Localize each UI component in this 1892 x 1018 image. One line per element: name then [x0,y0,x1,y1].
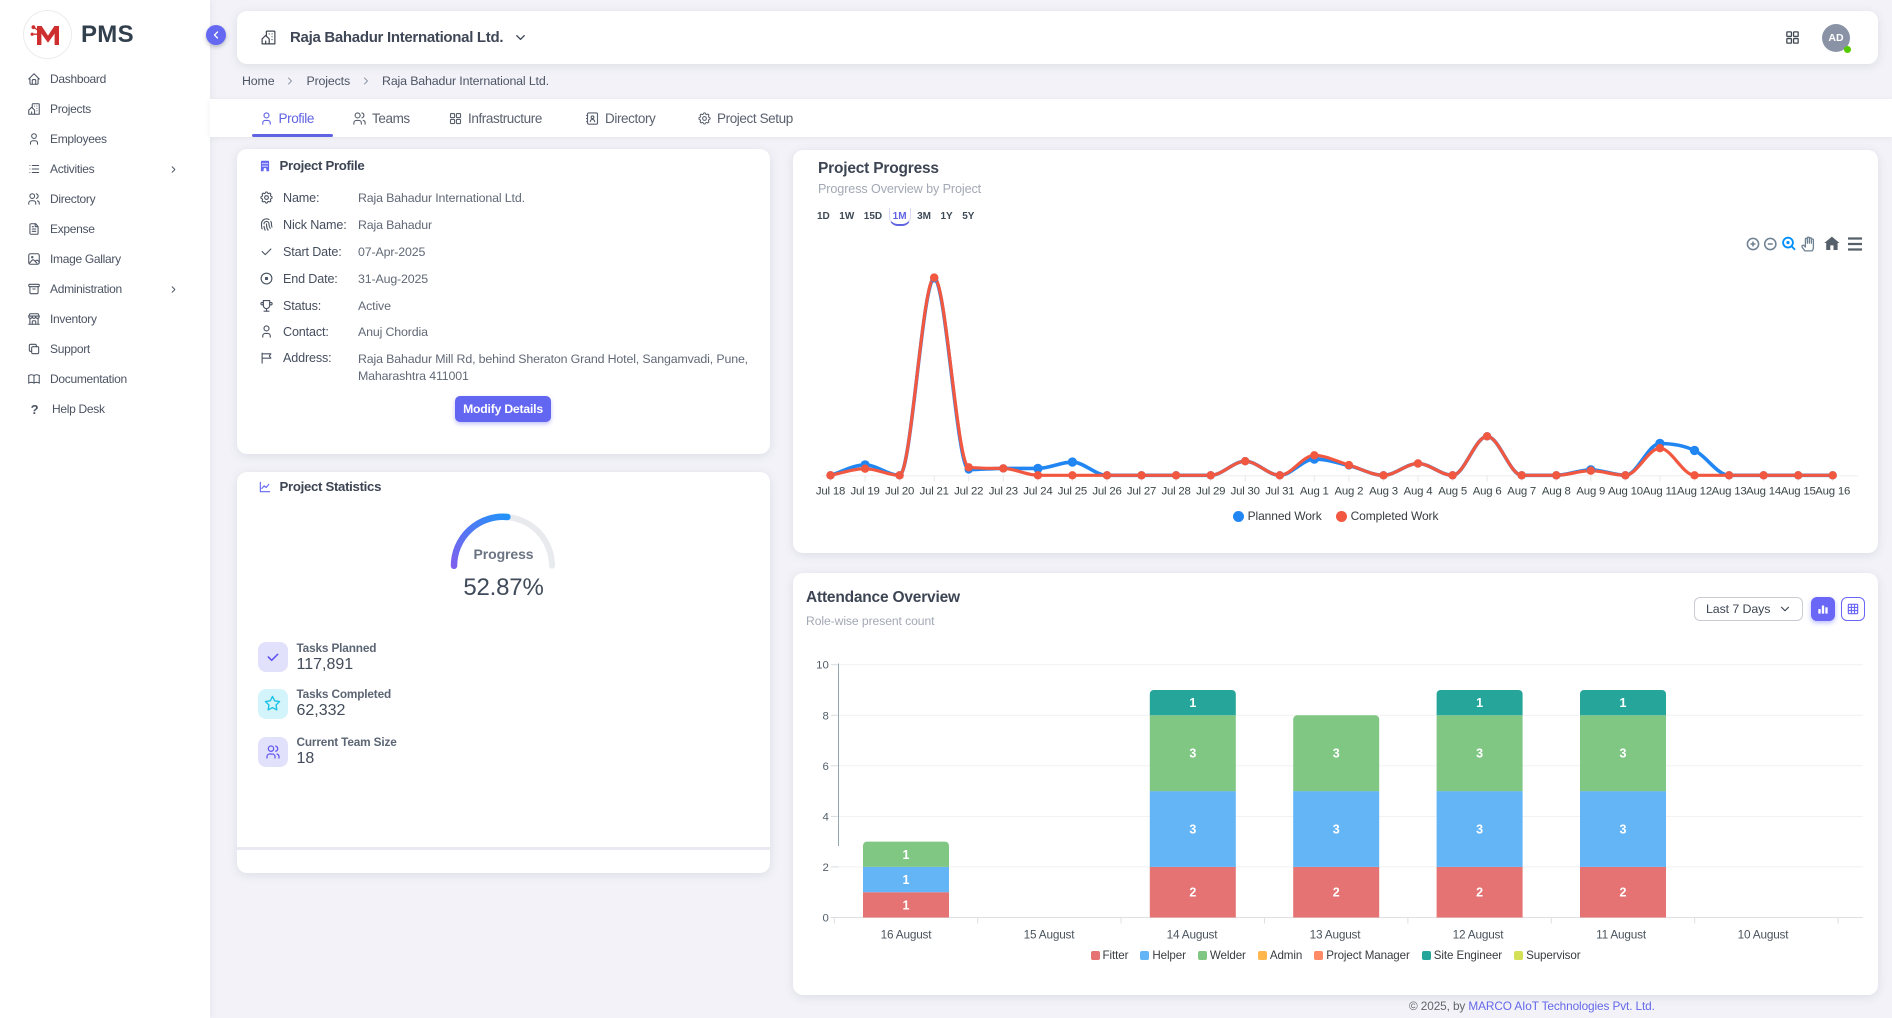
svg-text:Jul 29: Jul 29 [1196,486,1225,498]
svg-text:Jul 24: Jul 24 [1023,486,1052,498]
svg-text:0: 0 [822,913,828,925]
svg-text:16 August: 16 August [881,928,933,942]
svg-text:3: 3 [1476,823,1483,837]
svg-text:3: 3 [1189,823,1196,837]
svg-text:Aug 12: Aug 12 [1677,486,1712,498]
svg-text:Jul 22: Jul 22 [954,486,983,498]
svg-text:2: 2 [1333,886,1340,900]
svg-text:Aug 6: Aug 6 [1473,486,1502,498]
svg-text:1: 1 [1476,696,1483,710]
svg-text:Aug 3: Aug 3 [1369,486,1398,498]
svg-text:2: 2 [1476,886,1483,900]
svg-text:12 August: 12 August [1453,928,1505,942]
svg-text:Aug 11: Aug 11 [1643,486,1677,498]
svg-text:1: 1 [1189,696,1196,710]
svg-text:Jul 23: Jul 23 [989,486,1018,498]
svg-text:Aug 14: Aug 14 [1746,486,1781,498]
svg-text:3: 3 [1476,747,1483,761]
svg-text:4: 4 [822,811,828,823]
svg-text:8: 8 [822,710,828,722]
svg-text:6: 6 [822,761,828,773]
svg-text:Aug 10: Aug 10 [1608,486,1643,498]
svg-text:Jul 27: Jul 27 [1127,486,1156,498]
svg-text:Aug 2: Aug 2 [1335,486,1364,498]
svg-text:13 August: 13 August [1310,928,1362,942]
svg-text:3: 3 [1333,747,1340,761]
svg-text:14 August: 14 August [1167,928,1219,942]
svg-text:Jul 19: Jul 19 [850,486,879,498]
svg-text:2: 2 [822,862,828,874]
svg-text:3: 3 [1189,747,1196,761]
svg-text:2: 2 [1189,886,1196,900]
svg-text:1: 1 [903,873,910,887]
svg-text:Aug 16: Aug 16 [1815,486,1850,498]
svg-text:Aug 5: Aug 5 [1438,486,1467,498]
svg-text:15 August: 15 August [1024,928,1076,942]
svg-text:Aug 7: Aug 7 [1507,486,1536,498]
svg-text:10: 10 [816,660,829,672]
svg-text:Aug 4: Aug 4 [1404,486,1433,498]
svg-text:10 August: 10 August [1738,928,1790,942]
svg-text:Jul 21: Jul 21 [920,486,949,498]
svg-text:Jul 26: Jul 26 [1092,486,1121,498]
svg-text:3: 3 [1620,823,1627,837]
svg-text:Aug 8: Aug 8 [1542,486,1571,498]
svg-text:Jul 20: Jul 20 [885,486,914,498]
svg-text:2: 2 [1620,886,1627,900]
svg-text:Jul 30: Jul 30 [1231,486,1260,498]
svg-text:Jul 28: Jul 28 [1161,486,1190,498]
svg-text:3: 3 [1333,823,1340,837]
svg-text:Jul 25: Jul 25 [1058,486,1087,498]
svg-text:11 August: 11 August [1596,928,1647,942]
svg-text:Aug 1: Aug 1 [1300,486,1329,498]
svg-text:1: 1 [903,848,910,862]
svg-text:Jul 18: Jul 18 [816,486,845,498]
svg-text:1: 1 [903,898,910,912]
svg-text:Aug 9: Aug 9 [1576,486,1605,498]
svg-text:Jul 31: Jul 31 [1265,486,1294,498]
svg-text:3: 3 [1620,747,1627,761]
svg-text:1: 1 [1620,696,1627,710]
svg-text:Aug 15: Aug 15 [1781,486,1816,498]
svg-text:Aug 13: Aug 13 [1712,486,1747,498]
